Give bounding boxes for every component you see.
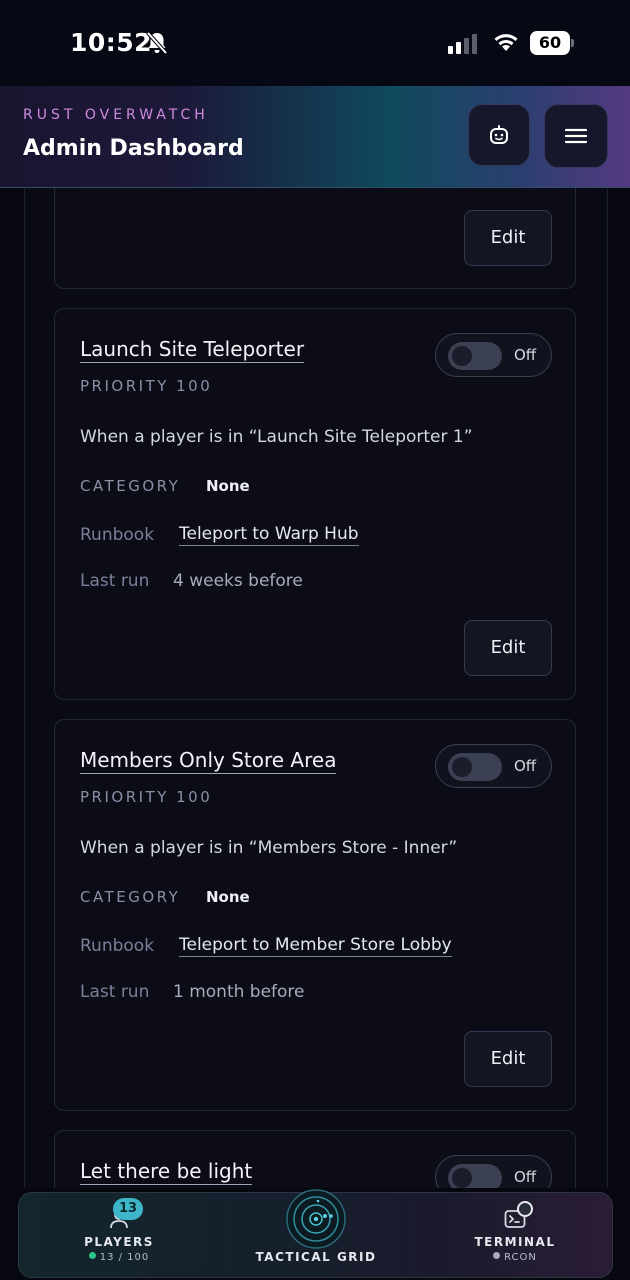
players-count: 13 / 100: [99, 1252, 150, 1263]
category-label: CATEGORY: [80, 888, 181, 906]
runbook-label: Runbook: [80, 936, 155, 956]
enabled-toggle[interactable]: Off: [435, 333, 552, 377]
runbook-link[interactable]: Teleport to Warp Hub: [179, 524, 359, 546]
rule-title[interactable]: Members Only Store Area: [80, 748, 337, 774]
last-run-label: Last run: [80, 571, 150, 591]
bottom-nav: 13 PLAYERS 13 / 100 TACTICAL GRID TERMIN…: [18, 1189, 613, 1279]
rule-priority: PRIORITY 100: [80, 377, 213, 395]
category-value: None: [206, 477, 250, 495]
last-run-value: 1 month before: [173, 982, 305, 1002]
cell-signal-icon: [448, 34, 477, 54]
last-run-label: Last run: [80, 982, 150, 1002]
bot-button[interactable]: [468, 104, 530, 166]
rule-condition: When a player is in “Members Store - Inn…: [80, 838, 458, 858]
rule-priority: PRIORITY 100: [80, 788, 213, 806]
page-title: Admin Dashboard: [23, 136, 244, 161]
category-label: CATEGORY: [80, 477, 181, 495]
runbook-link[interactable]: Teleport to Member Store Lobby: [179, 935, 452, 957]
wifi-icon: [494, 34, 518, 51]
edit-button[interactable]: Edit: [464, 1031, 552, 1087]
nav-terminal[interactable]: TERMINAL RCON: [465, 1193, 565, 1279]
toggle-label: Off: [514, 346, 537, 364]
battery-icon: 60: [530, 31, 574, 55]
terminal-status-dot: [517, 1201, 533, 1217]
rule-card: Launch Site Teleporter Off PRIORITY 100 …: [54, 308, 576, 700]
rcon-status-dot: [493, 1252, 501, 1259]
enabled-toggle[interactable]: Off: [435, 1155, 552, 1188]
tactical-grid-label: TACTICAL GRID: [255, 1250, 377, 1264]
main-content[interactable]: Edit Launch Site Teleporter Off PRIORITY…: [0, 188, 630, 1188]
rule-condition: When a player is in “Launch Site Telepor…: [80, 427, 473, 447]
rule-card: Members Only Store Area Off PRIORITY 100…: [54, 719, 576, 1111]
enabled-toggle[interactable]: Off: [435, 744, 552, 788]
terminal-label: TERMINAL: [474, 1235, 556, 1249]
edit-button[interactable]: Edit: [464, 210, 552, 266]
status-time: 10:52: [70, 28, 153, 57]
app-header: RUST OVERWATCH Admin Dashboard: [0, 86, 630, 188]
runbook-label: Runbook: [80, 525, 155, 545]
nav-tactical-grid[interactable]: TACTICAL GRID: [241, 1189, 391, 1279]
rule-title[interactable]: Let there be light: [80, 1159, 253, 1185]
players-label: PLAYERS: [84, 1235, 154, 1249]
radar-icon: [286, 1189, 346, 1249]
toggle-label: Off: [514, 757, 537, 775]
rule-card: Edit: [54, 188, 576, 289]
bell-muted-icon: [146, 31, 168, 55]
rule-card: Let there be light Off: [54, 1130, 576, 1188]
online-dot: [88, 1252, 96, 1259]
category-value: None: [206, 888, 250, 906]
status-bar: 10:52 60: [0, 0, 630, 86]
brand-name: RUST OVERWATCH: [23, 107, 209, 123]
nav-players[interactable]: 13 PLAYERS 13 / 100: [59, 1193, 179, 1279]
toggle-label: Off: [514, 1168, 537, 1186]
hamburger-icon: [564, 128, 588, 144]
rule-title[interactable]: Launch Site Teleporter: [80, 337, 305, 363]
battery-level: 60: [530, 31, 570, 55]
players-badge: 13: [113, 1198, 143, 1220]
menu-button[interactable]: [544, 104, 608, 168]
last-run-value: 4 weeks before: [173, 571, 303, 591]
robot-icon: [490, 125, 508, 144]
edit-button[interactable]: Edit: [464, 620, 552, 676]
rcon-label: RCON: [504, 1252, 537, 1263]
